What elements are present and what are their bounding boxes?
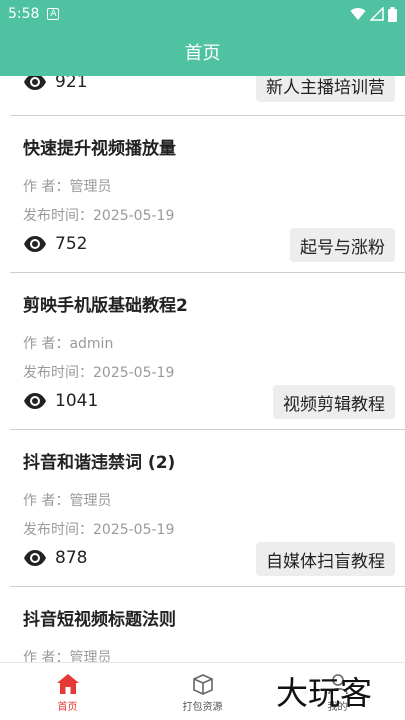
article-title: 抖音短视频标题法则 [23, 610, 176, 630]
article-title: 快速提升视频播放量 [23, 139, 176, 159]
article-date: 发布时间：2025-05-19 [23, 208, 175, 224]
app-bar: 首页 [0, 28, 405, 76]
article-card[interactable]: 抖音短视频标题法则 作 者：管理员 [10, 587, 405, 662]
wifi-icon [350, 8, 366, 20]
nav-package[interactable]: 打包资源 [135, 663, 270, 720]
nav-home[interactable]: 首页 [0, 663, 135, 720]
article-title: 剪映手机版基础教程2 [23, 296, 188, 316]
view-count: 1041 [23, 391, 98, 411]
view-count-value: 878 [55, 548, 88, 568]
status-time: 5:58 [8, 6, 40, 22]
view-count-value: 921 [55, 76, 88, 92]
article-date: 发布时间：2025-05-19 [23, 522, 175, 538]
view-count: 921 [23, 76, 87, 92]
article-card[interactable]: 抖音和谐违禁词 (2) 作 者：管理员 发布时间：2025-05-19 878 … [10, 430, 405, 587]
top-bar: 5:58 A 首页 [0, 0, 405, 76]
notification-a-icon: A [47, 8, 60, 20]
home-icon [56, 674, 79, 694]
article-card[interactable]: 剪映手机版基础教程2 作 者：admin 发布时间：2025-05-19 104… [10, 273, 405, 430]
view-count: 752 [23, 234, 87, 254]
status-bar: 5:58 A [0, 0, 405, 28]
eye-icon [24, 550, 46, 566]
nav-package-label: 打包资源 [182, 702, 223, 713]
nav-home-label: 首页 [57, 702, 78, 713]
category-tag[interactable]: 新人主播培训营 [256, 76, 395, 102]
eye-icon [24, 76, 46, 90]
category-tag[interactable]: 视频剪辑教程 [273, 385, 395, 419]
signal-icon [370, 7, 384, 21]
article-author: 作 者：管理员 [23, 493, 112, 509]
app-screen: 5:58 A 首页 921 新人主播培训营 快速提升视频播放量 作 者：管理员 … [0, 0, 405, 720]
article-title: 抖音和谐违禁词 (2) [23, 453, 176, 473]
view-count-value: 1041 [55, 391, 99, 411]
article-date: 发布时间：2025-05-19 [23, 365, 175, 381]
view-count-value: 752 [55, 234, 88, 254]
package-icon [192, 674, 213, 695]
eye-icon [24, 236, 46, 252]
watermark-text: 大玩客 [276, 674, 373, 712]
eye-icon [24, 393, 46, 409]
battery-icon [388, 6, 397, 22]
view-count: 878 [23, 548, 87, 568]
article-card[interactable]: 快速提升视频播放量 作 者：管理员 发布时间：2025-05-19 752 起号… [10, 116, 405, 273]
article-author: 作 者：管理员 [23, 179, 112, 195]
category-tag[interactable]: 自媒体扫盲教程 [256, 542, 395, 576]
status-right [350, 6, 397, 22]
article-author: 作 者：admin [23, 336, 114, 352]
category-tag[interactable]: 起号与涨粉 [290, 228, 395, 262]
article-author: 作 者：管理员 [23, 650, 112, 662]
article-list[interactable]: 921 新人主播培训营 快速提升视频播放量 作 者：管理员 发布时间：2025-… [0, 76, 405, 662]
page-title: 首页 [184, 43, 221, 64]
article-card-partial[interactable]: 921 新人主播培训营 [10, 76, 405, 116]
